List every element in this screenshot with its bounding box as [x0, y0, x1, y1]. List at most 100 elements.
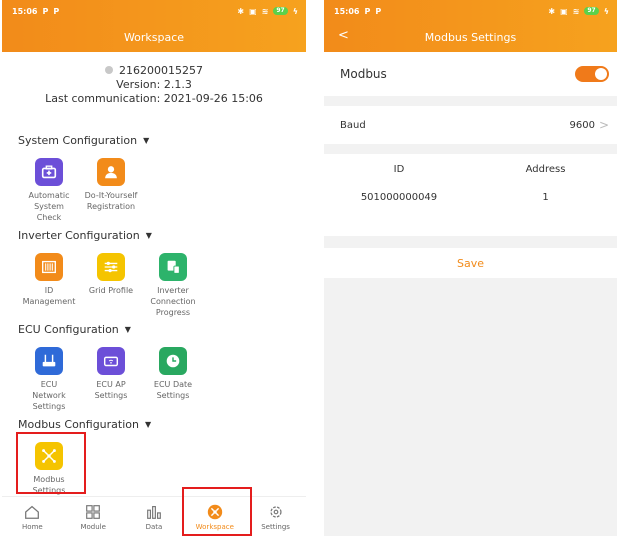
sim-icon: ▣ [560, 6, 568, 16]
clock-icon [159, 347, 187, 375]
save-button[interactable]: Save [324, 248, 617, 278]
notification-icon: P [53, 6, 60, 16]
item-label: Do-It-Yourself Registration [84, 191, 138, 211]
highlight-nav-workspace [182, 487, 252, 536]
toggle-knob [595, 68, 607, 80]
modbus-toggle[interactable] [575, 66, 609, 82]
page-title: Modbus Settings [424, 30, 517, 44]
device-table: ID Address 501000000049 1 [324, 154, 617, 236]
item-label: Grid Profile [88, 286, 134, 295]
highlight-modbus-settings [16, 432, 86, 494]
table-spacer [324, 210, 617, 236]
notification-icon: P [375, 6, 382, 16]
workspace-header: 15:06 P P ✱ ▣ ≋ 97 ϟ Workspace [2, 0, 306, 52]
charging-icon: ϟ [292, 6, 298, 16]
home-icon [25, 505, 40, 519]
cell-address[interactable]: 1 [474, 192, 617, 203]
ecu-date-settings-button[interactable]: ECU Date Settings [142, 347, 204, 412]
section-ecu-configuration[interactable]: ECU Configuration ▼ [2, 323, 131, 336]
ecu-network-settings-button[interactable]: ECU Network Settings [18, 347, 80, 412]
status-bar: 15:06 P P ✱ ▣ ≋ 97 ϟ [2, 0, 306, 22]
automatic-system-check-button[interactable]: Automatic System Check [18, 158, 80, 223]
nav-data[interactable]: Data [124, 503, 184, 531]
system-configuration-grid: Automatic System Check Do-It-Yourself Re… [18, 158, 142, 223]
caret-down-icon: ▼ [144, 420, 152, 429]
gear-icon [269, 506, 282, 518]
charging-icon: ϟ [603, 6, 609, 16]
status-time: 15:06 [334, 6, 360, 16]
ecu-info: 216200015257 Version: 2.1.3 Last communi… [2, 64, 306, 106]
bar-chart-icon [147, 506, 161, 519]
user-icon [97, 158, 125, 186]
item-label: ECU AP Settings [94, 380, 128, 400]
section-title: Modbus Configuration [18, 418, 139, 431]
battery-icon: 97 [273, 7, 288, 15]
id-management-button[interactable]: ID Management [18, 253, 80, 318]
status-dot-icon [105, 66, 113, 74]
item-label: Inverter Connection Progress [150, 286, 196, 317]
nav-home[interactable]: Home [2, 503, 62, 531]
modbus-toggle-row: Modbus [324, 52, 617, 96]
ecu-serial: 216200015257 [119, 64, 203, 77]
column-header-address: Address [525, 163, 566, 175]
modbus-settings-screen: 15:06 P P ✱ ▣ ≋ 97 ϟ < Modbus Settings M… [324, 0, 617, 536]
briefcase-medical-icon [35, 158, 63, 186]
inverter-configuration-grid: ID Management Grid Profile Inverter Conn… [18, 253, 204, 318]
grid-profile-button[interactable]: Grid Profile [80, 253, 142, 318]
nav-module[interactable]: Module [63, 503, 123, 531]
section-title: Inverter Configuration [18, 229, 140, 242]
sim-icon: ▣ [249, 6, 257, 16]
page-title-bar: < Modbus Settings [324, 22, 617, 52]
section-title: System Configuration [18, 134, 138, 147]
notification-icon: P [364, 6, 371, 16]
baud-value: 9600 [569, 119, 595, 131]
page-title: Workspace [123, 30, 185, 44]
cell-id: 501000000049 [360, 191, 438, 203]
caret-down-icon: ▼ [124, 325, 131, 334]
sliders-icon [97, 253, 125, 281]
section-modbus-configuration[interactable]: Modbus Configuration ▼ [2, 418, 151, 431]
back-chevron-icon[interactable]: < [338, 28, 349, 43]
bluetooth-icon: ✱ [548, 6, 556, 16]
caret-down-icon: ▼ [145, 231, 152, 240]
nav-settings[interactable]: Settings [246, 503, 306, 531]
baud-row[interactable]: Baud 9600 > [324, 106, 617, 144]
item-label: ECU Date Settings [153, 380, 193, 400]
modbus-header: 15:06 P P ✱ ▣ ≋ 97 ϟ < Modbus Settings [324, 0, 617, 52]
battery-icon: 97 [584, 7, 599, 15]
nav-label: Module [80, 523, 106, 531]
wifi-icon: ≋ [261, 6, 269, 16]
ecu-configuration-grid: ECU Network Settings ECU AP Settings ECU… [18, 347, 204, 412]
status-time: 15:06 [12, 6, 38, 16]
notification-icon: P [42, 6, 49, 16]
item-label: ECU Network Settings [32, 380, 66, 411]
modbus-label: Modbus [340, 67, 387, 81]
status-bar: 15:06 P P ✱ ▣ ≋ 97 ϟ [324, 0, 617, 22]
section-inverter-configuration[interactable]: Inverter Configuration ▼ [2, 229, 152, 242]
table-row[interactable]: 501000000049 1 [324, 184, 617, 210]
nav-label: Settings [261, 523, 290, 531]
inverter-connection-progress-button[interactable]: Inverter Connection Progress [142, 253, 204, 318]
barcode-icon [35, 253, 63, 281]
bottom-nav: Home Module Data Workspace Settings [2, 496, 306, 536]
ecu-version: Version: 2.1.3 [116, 78, 192, 91]
section-title: ECU Configuration [18, 323, 119, 336]
table-header: ID Address [324, 154, 617, 184]
column-header-id: ID [393, 163, 405, 175]
bluetooth-icon: ✱ [237, 6, 245, 16]
router-icon [97, 347, 125, 375]
item-label: ID Management [22, 286, 76, 306]
last-communication: Last communication: 2021-09-26 15:06 [45, 92, 263, 105]
grid-icon [86, 505, 101, 519]
nav-label: Home [22, 523, 43, 531]
caret-down-icon: ▼ [143, 136, 150, 145]
item-label: Automatic System Check [28, 191, 70, 222]
ecu-ap-settings-button[interactable]: ECU AP Settings [80, 347, 142, 412]
network-icon [35, 347, 63, 375]
section-system-configuration[interactable]: System Configuration ▼ [2, 134, 149, 147]
diy-registration-button[interactable]: Do-It-Yourself Registration [80, 158, 142, 223]
nav-label: Data [145, 523, 163, 531]
baud-label: Baud [340, 119, 366, 131]
workspace-screen: 15:06 P P ✱ ▣ ≋ 97 ϟ Workspace 216200015… [2, 0, 306, 536]
chevron-right-icon: > [598, 118, 609, 132]
